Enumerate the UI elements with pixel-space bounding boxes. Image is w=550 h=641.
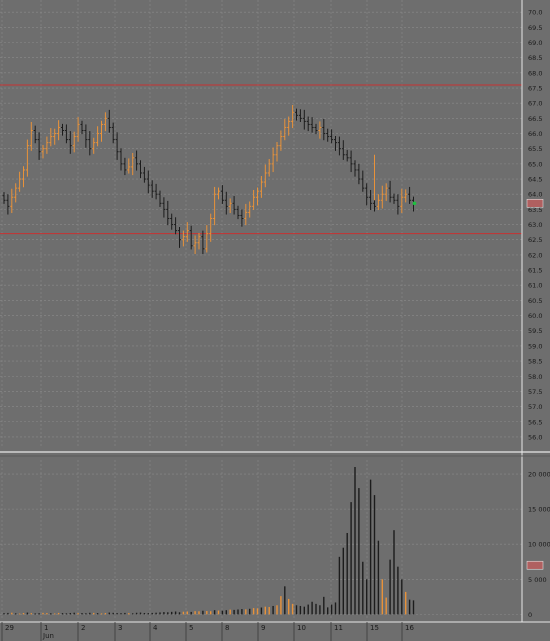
price-tick-label: 61.0 — [528, 282, 542, 290]
chart-background — [0, 0, 550, 641]
time-axis-label: 10 — [297, 624, 306, 632]
price-tick-label: 59.0 — [528, 342, 542, 350]
last-volume-marker — [526, 560, 544, 570]
last-price-marker — [526, 199, 544, 208]
price-tick-label: 57.0 — [528, 403, 542, 411]
price-tick-label: 65.0 — [528, 160, 542, 168]
price-tick-label: 64.5 — [528, 176, 542, 184]
volume-tick-label: 10 000 — [528, 541, 550, 549]
time-axis-label: 3 — [118, 624, 122, 632]
time-axis-label: 29 — [5, 624, 14, 632]
price-tick-label: 56.0 — [528, 433, 542, 441]
price-tick-label: 67.0 — [528, 100, 542, 108]
price-tick-label: 69.0 — [528, 39, 542, 47]
price-tick-label: 70.0 — [528, 9, 542, 17]
price-tick-label: 66.5 — [528, 115, 542, 123]
price-tick-label: 56.5 — [528, 418, 542, 426]
volume-tick-label: 5 000 — [528, 576, 547, 584]
price-tick-label: 68.5 — [528, 54, 542, 62]
time-axis-label: 15 — [370, 624, 379, 632]
volume-tick-label: 15 000 — [528, 506, 550, 514]
price-tick-label: 58.0 — [528, 373, 542, 381]
price-tick-label: 64.0 — [528, 191, 542, 199]
price-tick-label: 69.5 — [528, 24, 542, 32]
price-tick-label: 57.5 — [528, 388, 542, 396]
price-tick-label: 62.0 — [528, 251, 542, 259]
price-tick-label: 68.0 — [528, 69, 542, 77]
time-axis-label: 9 — [261, 624, 265, 632]
trading-chart: 70.5 70.0 69.5 69.0 68.5 68.0 67.5 67.0 66.5 66.0… — [0, 0, 550, 641]
time-axis-month-label: Jun — [42, 632, 54, 640]
volume-tick-label: 0 — [528, 611, 532, 619]
time-axis-label: 11 — [334, 624, 343, 632]
price-tick-label: 70.5 — [528, 0, 542, 2]
price-tick-label: 60.0 — [528, 312, 542, 320]
price-tick-label: 63.0 — [528, 221, 542, 229]
price-tick-label: 66.0 — [528, 130, 542, 138]
price-tick-label: 60.5 — [528, 297, 542, 305]
time-axis-label: 1 — [44, 624, 48, 632]
time-axis-label: 2 — [81, 624, 85, 632]
last-price-dot — [412, 201, 417, 206]
time-axis: 29 1 2 3 4 5 8 9 10 11 15 16 Jun — [0, 621, 550, 641]
time-axis-label: 4 — [153, 624, 158, 632]
price-tick-label: 58.5 — [528, 358, 542, 366]
price-tick-label: 62.5 — [528, 236, 542, 244]
price-tick-label: 65.5 — [528, 145, 542, 153]
price-tick-label: 59.5 — [528, 327, 542, 335]
price-tick-label: 61.5 — [528, 267, 542, 275]
price-tick-label: 67.5 — [528, 85, 542, 93]
time-axis-label: 16 — [405, 624, 414, 632]
volume-tick-label: 20 000 — [528, 471, 550, 479]
time-axis-label: 5 — [189, 624, 193, 632]
time-axis-label: 8 — [225, 624, 229, 632]
